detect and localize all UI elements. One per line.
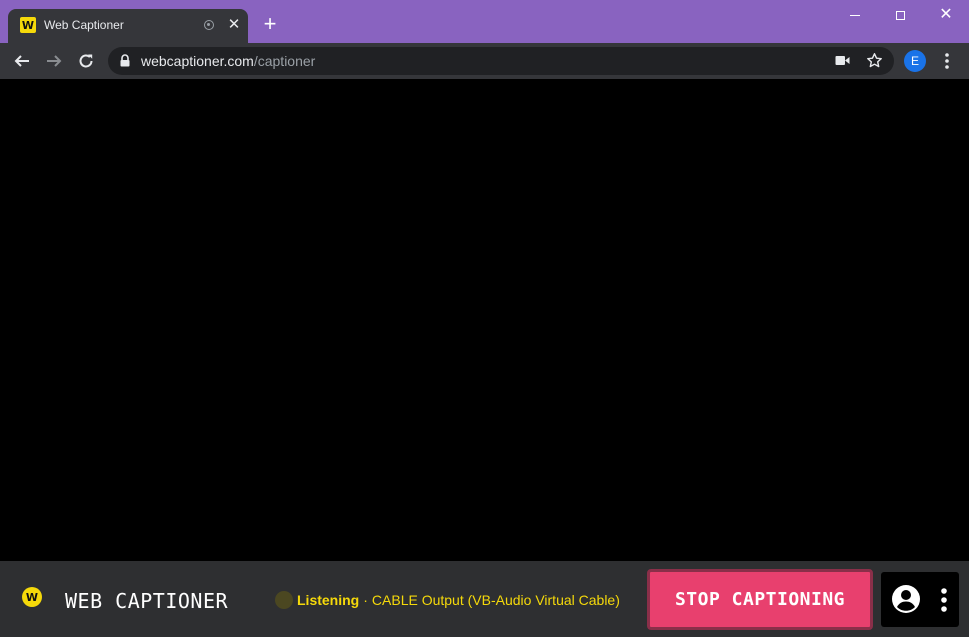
profile-avatar[interactable]: E	[904, 50, 926, 72]
stop-captioning-button[interactable]: STOP CAPTIONING	[647, 569, 873, 630]
url-text: webcaptioner.com/captioner	[141, 53, 315, 69]
kebab-menu-icon[interactable]	[940, 52, 954, 70]
web-captioner-favicon-icon: W	[20, 17, 36, 33]
window-maximize-button[interactable]	[877, 0, 923, 30]
window-close-button[interactable]: ✕	[923, 0, 969, 30]
minimize-icon	[850, 14, 860, 16]
back-button[interactable]	[10, 49, 34, 73]
logo-letter: W	[25, 590, 39, 604]
reload-icon	[79, 54, 93, 68]
web-captioner-logo-icon: W	[22, 587, 42, 607]
new-tab-button[interactable]: +	[259, 13, 281, 35]
arrow-right-icon	[47, 55, 62, 67]
star-icon[interactable]	[866, 52, 883, 69]
more-vertical-icon[interactable]	[938, 588, 950, 612]
caption-stage	[0, 79, 969, 561]
url-path: /captioner	[253, 53, 316, 69]
status-separator: ·	[363, 592, 368, 608]
listening-status: Listening · CABLE Output (VB-Audio Virtu…	[275, 590, 620, 610]
forward-button[interactable]	[42, 49, 66, 73]
stop-captioning-label: STOP CAPTIONING	[674, 589, 846, 610]
tab-close-button[interactable]: ✕	[227, 16, 241, 34]
address-bar[interactable]: webcaptioner.com/captioner	[108, 47, 894, 75]
user-menu-button[interactable]	[881, 572, 959, 627]
maximize-icon	[895, 10, 905, 20]
camera-icon[interactable]	[835, 55, 850, 66]
browser-tab-web-captioner[interactable]: W Web Captioner ✕	[8, 9, 248, 43]
lock-icon	[120, 54, 130, 67]
url-host: webcaptioner.com	[141, 53, 254, 69]
audio-device-name: CABLE Output (VB-Audio Virtual Cable)	[371, 592, 620, 608]
account-circle-icon[interactable]	[891, 584, 921, 614]
close-icon: ✕	[939, 6, 953, 23]
browser-title-bar: W Web Captioner ✕ + ✕	[0, 0, 969, 43]
browser-toolbar: webcaptioner.com/captioner E	[0, 43, 969, 79]
arrow-left-icon	[14, 55, 29, 67]
favicon-letter: W	[21, 18, 35, 32]
reload-button[interactable]	[74, 49, 98, 73]
status-state: Listening	[297, 592, 360, 608]
tab-title: Web Captioner	[44, 18, 124, 32]
brand-name: WEB CAPTIONER	[65, 589, 229, 613]
status-indicator-icon	[275, 591, 293, 609]
recording-indicator-icon	[204, 20, 214, 30]
window-minimize-button[interactable]	[832, 0, 878, 30]
